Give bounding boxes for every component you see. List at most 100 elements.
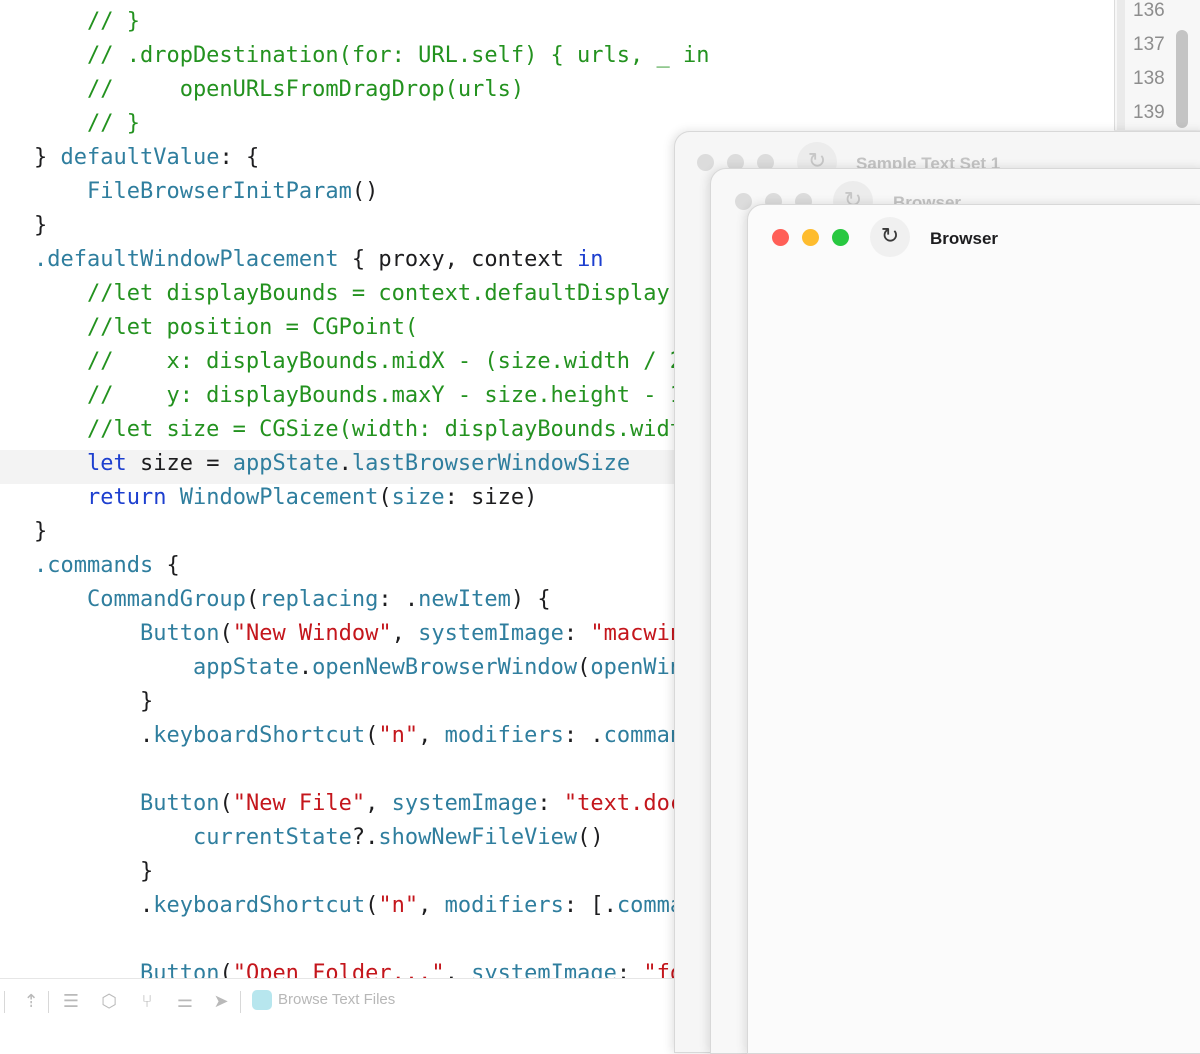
toolbar-separator xyxy=(240,991,241,1013)
toolbar-separator xyxy=(4,991,5,1013)
code-token: //let displayBounds = context.defaultDis… xyxy=(34,281,697,306)
code-token: ( xyxy=(219,961,233,978)
code-token: . xyxy=(34,893,154,918)
code-token: ( xyxy=(577,655,591,680)
code-token: ( xyxy=(245,587,260,612)
code-line: } xyxy=(34,209,47,243)
toggle-icon[interactable]: ⚌ xyxy=(174,991,196,1013)
code-line: //let size = CGSize(width: displayBounds… xyxy=(34,413,696,447)
code-token: //let size = CGSize(width: displayBounds… xyxy=(34,417,697,442)
window-close-button[interactable] xyxy=(772,229,789,246)
code-line: } xyxy=(34,515,47,549)
code-line: .keyboardShortcut("n", modifiers: [.comm… xyxy=(34,889,696,923)
code-token: lastBrowserWindowSize xyxy=(351,451,631,476)
code-line: currentState?.showNewFileView() xyxy=(34,821,604,855)
code-token: defaultValue xyxy=(60,145,220,170)
code-token: "Open Folder..." xyxy=(232,961,445,978)
code-token: : size) xyxy=(444,485,538,510)
code-token: "n" xyxy=(378,893,419,918)
code-line: // openURLsFromDragDrop(urls) xyxy=(34,73,524,107)
code-line: Button("New Window", systemImage: "macwi… xyxy=(34,617,696,651)
code-token: openNewBrowserWindow xyxy=(312,655,578,680)
code-token: { proxy, context xyxy=(338,247,578,272)
code-token: systemImage xyxy=(418,621,564,646)
code-token: Button xyxy=(139,961,220,978)
code-token: , xyxy=(418,893,445,918)
code-line: } xyxy=(34,685,153,719)
code-token: modifiers xyxy=(444,893,564,918)
code-token: "New Window" xyxy=(232,621,392,646)
code-token: replacing xyxy=(259,587,379,612)
code-token: //let position = CGPoint( xyxy=(34,315,419,340)
window-minimize-button[interactable] xyxy=(802,229,819,246)
location-arrow-icon[interactable]: ➤ xyxy=(210,991,232,1013)
code-token: WindowPlacement xyxy=(179,485,379,510)
code-token: // y: displayBounds.maxY - size.height -… xyxy=(34,383,697,408)
code-token: FileBrowserInitParam xyxy=(86,179,352,204)
scrollbar-thumb[interactable] xyxy=(1176,30,1188,128)
code-token: size xyxy=(391,485,445,510)
code-token: modifiers xyxy=(444,723,564,748)
upload-icon[interactable]: ⇡ xyxy=(20,991,42,1013)
code-token: ( xyxy=(365,723,379,748)
code-line: let size = appState.lastBrowserWindowSiz… xyxy=(34,447,630,481)
code-line: FileBrowserInitParam() xyxy=(34,175,378,209)
line-number: 138 xyxy=(1133,68,1165,89)
code-token: : { xyxy=(219,145,260,170)
code-line: // y: displayBounds.maxY - size.height -… xyxy=(34,379,696,413)
code-token: currentState xyxy=(192,825,352,850)
code-token: Button xyxy=(139,791,220,816)
code-token: ( xyxy=(378,485,392,510)
code-token: { xyxy=(153,553,180,578)
line-number: 139 xyxy=(1133,102,1165,123)
code-token: // } xyxy=(34,111,140,136)
code-line: } defaultValue: { xyxy=(34,141,259,175)
code-line: .commands { xyxy=(34,549,180,583)
code-token: Button xyxy=(139,621,220,646)
code-token: CommandGroup xyxy=(86,587,246,612)
code-token: "New File" xyxy=(232,791,366,816)
code-token: // openURLsFromDragDrop(urls) xyxy=(34,77,525,102)
code-line: appState.openNewBrowserWindow(openWind xyxy=(34,651,696,685)
code-token: systemImage xyxy=(471,961,617,978)
code-line: // x: displayBounds.midX - (size.width /… xyxy=(34,345,696,379)
line-number: 137 xyxy=(1133,34,1165,55)
code-line: // } xyxy=(34,5,140,39)
window-close-button[interactable] xyxy=(697,154,714,171)
code-line: Button("Open Folder...", systemImage: "f… xyxy=(34,957,696,978)
code-token: () xyxy=(351,179,379,204)
window-zoom-button[interactable] xyxy=(832,229,849,246)
code-token: size = xyxy=(126,451,233,476)
code-line: Button("New File", systemImage: "text.do… xyxy=(34,787,696,821)
code-token: , xyxy=(418,723,445,748)
code-token: ( xyxy=(365,893,379,918)
code-token: .defaultWindowPlacement xyxy=(34,247,339,272)
reload-icon[interactable]: ↻ xyxy=(870,217,910,257)
code-token: showNewFileView xyxy=(378,825,578,850)
list-icon[interactable]: ☰ xyxy=(60,991,82,1013)
cube-icon[interactable]: ⬡ xyxy=(98,991,120,1013)
code-token: , xyxy=(444,961,472,978)
scheme-label[interactable]: Browse Text Files xyxy=(278,991,395,1008)
code-line: .defaultWindowPlacement { proxy, context… xyxy=(34,243,604,277)
code-token: // } xyxy=(34,9,140,34)
branch-icon[interactable]: ⑂ xyxy=(136,991,158,1013)
code-token: .commands xyxy=(34,553,154,578)
code-token: ( xyxy=(219,621,233,646)
code-token: : xyxy=(537,791,564,816)
window-browser[interactable]: ↻ Browser xyxy=(747,204,1200,1054)
code-token: keyboardShortcut xyxy=(153,893,366,918)
code-token: . xyxy=(298,655,313,680)
code-token: , xyxy=(391,621,419,646)
code-token: : xyxy=(563,621,591,646)
code-token: keyboardShortcut xyxy=(153,723,366,748)
code-token: in xyxy=(577,247,604,272)
window-close-button[interactable] xyxy=(735,193,752,210)
gutter-bar xyxy=(1117,0,1125,130)
